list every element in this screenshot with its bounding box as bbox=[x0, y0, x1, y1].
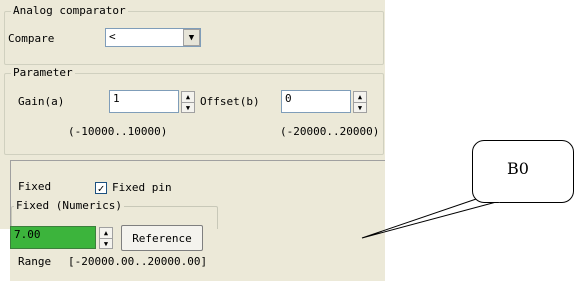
callout-box: B0 bbox=[472, 140, 574, 203]
callout-joint bbox=[484, 195, 501, 203]
callout-text: B0 bbox=[507, 159, 529, 178]
